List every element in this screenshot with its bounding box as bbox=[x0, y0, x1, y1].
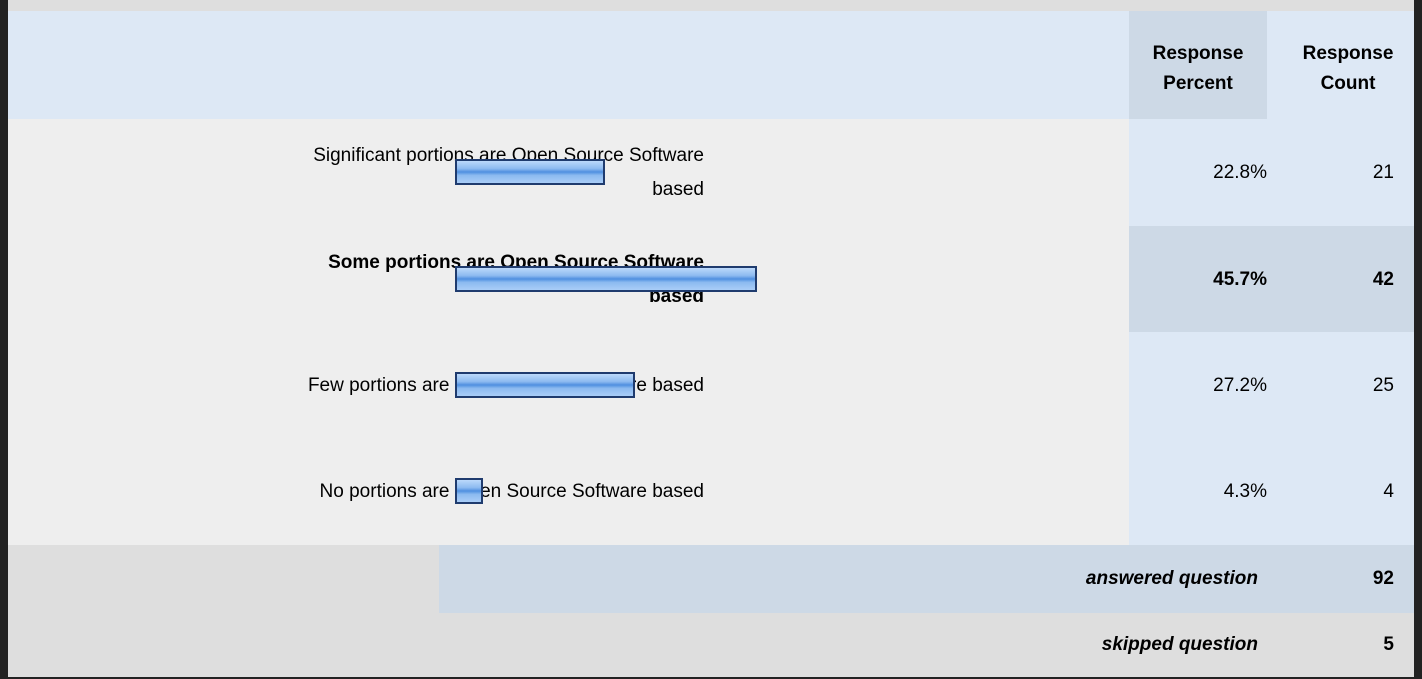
top-band bbox=[8, 0, 1414, 11]
response-count: 25 bbox=[1372, 374, 1394, 396]
table-row: Some portions are Open Source Software b… bbox=[8, 226, 1414, 333]
response-bar bbox=[455, 371, 635, 398]
table-row: Significant portions are Open Source Sof… bbox=[8, 119, 1414, 226]
response-percent: 27.2% bbox=[1213, 374, 1267, 396]
response-count-header: Response Count bbox=[1302, 43, 1394, 94]
skipped-question-value: 5 bbox=[1383, 634, 1394, 655]
response-percent: 45.7% bbox=[1213, 268, 1267, 290]
response-bar bbox=[455, 265, 757, 292]
table-row: Few portions are Open Source Software ba… bbox=[8, 332, 1414, 439]
response-percent-header: Response Percent bbox=[1129, 11, 1267, 119]
response-percent: 4.3% bbox=[1223, 480, 1267, 502]
table-header: Response Percent Response Count bbox=[8, 11, 1414, 119]
response-count: 21 bbox=[1372, 161, 1394, 183]
category-label: No portions are Open Source Software bas… bbox=[319, 480, 704, 502]
response-bar bbox=[455, 158, 606, 185]
table-row: No portions are Open Source Software bas… bbox=[8, 438, 1414, 545]
response-count: 42 bbox=[1372, 268, 1394, 290]
response-bar bbox=[455, 477, 484, 504]
answered-question-value: 92 bbox=[1372, 568, 1394, 589]
skipped-question-label: skipped question bbox=[1101, 634, 1258, 655]
response-count: 4 bbox=[1383, 480, 1394, 502]
response-percent: 22.8% bbox=[1213, 161, 1267, 183]
answered-question-label: answered question bbox=[1085, 568, 1258, 589]
